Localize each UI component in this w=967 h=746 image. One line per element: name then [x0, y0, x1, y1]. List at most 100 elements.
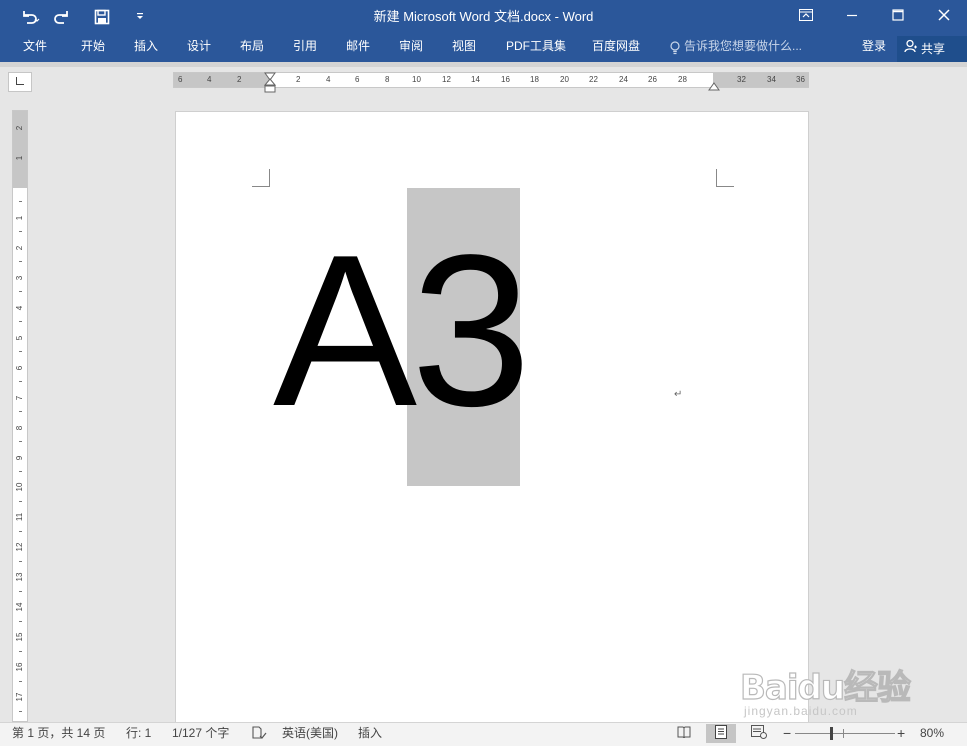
ribbon-display-icon [799, 8, 813, 26]
quick-access-toolbar [14, 0, 156, 34]
document-text[interactable]: A3 [273, 222, 531, 438]
lightbulb-icon [670, 39, 680, 63]
tab-baidu-netdisk[interactable]: 百度网盘 [592, 34, 640, 62]
zoom-slider-track[interactable] [795, 733, 895, 734]
close-button[interactable] [921, 0, 967, 34]
ruler-label: 20 [560, 75, 569, 84]
ruler-label: 2 [237, 75, 242, 84]
ruler-label: 2 [15, 125, 24, 131]
tab-design[interactable]: 设计 [187, 34, 211, 62]
login-link[interactable]: 登录 [862, 34, 886, 62]
ruler-label: 22 [589, 75, 598, 84]
tab-pdf-tools[interactable]: PDF工具集 [506, 34, 566, 62]
tab-layout[interactable]: 布局 [240, 34, 264, 62]
word-count[interactable]: 1/127 个字 [172, 723, 229, 745]
ruler-label: 28 [678, 75, 687, 84]
ruler-label: 2 [15, 245, 24, 251]
undo-button[interactable] [14, 0, 46, 34]
ruler-label: 17 [15, 692, 24, 702]
tell-me-placeholder: 告诉我您想要做什么... [684, 39, 803, 53]
ruler-label: 34 [767, 75, 776, 84]
tab-mailings[interactable]: 邮件 [346, 34, 370, 62]
save-button[interactable] [86, 0, 118, 34]
ruler-tick [19, 711, 22, 712]
tab-stop-selector[interactable] [8, 72, 32, 92]
ruler-label: 6 [15, 365, 24, 371]
maximize-icon [892, 8, 904, 26]
tab-home[interactable]: 开始 [81, 34, 105, 62]
ruler-tick [19, 201, 22, 202]
text-selected: 3 [411, 209, 531, 451]
redo-button[interactable] [46, 0, 78, 34]
tab-file[interactable]: 文件 [23, 34, 47, 62]
ruler-label: 16 [15, 662, 24, 672]
ruler-tick [19, 531, 22, 532]
page-count[interactable]: 第 1 页，共 14 页 [12, 723, 105, 745]
window-controls [783, 0, 967, 34]
ribbon-tabs: 文件 开始 插入 设计 布局 引用 邮件 审阅 视图 PDF工具集 百度网盘 告… [0, 34, 967, 62]
line-number[interactable]: 行: 1 [126, 723, 151, 745]
close-icon [938, 8, 950, 26]
zoom-level[interactable]: 80% [920, 723, 944, 745]
ruler-label: 3 [15, 275, 24, 281]
share-label: 共享 [921, 42, 946, 56]
ruler-label: 2 [296, 75, 301, 84]
horizontal-ruler[interactable]: 6 4 2 2 4 6 8 10 12 14 16 18 20 22 24 26… [173, 72, 809, 93]
customize-qat-icon [135, 12, 145, 22]
ruler-label: 4 [207, 75, 212, 84]
ruler-tick [19, 621, 22, 622]
ruler-label: 6 [355, 75, 360, 84]
ribbon-display-options-button[interactable] [783, 0, 829, 34]
language-indicator[interactable]: 英语(美国) [282, 723, 338, 745]
ruler-tick [19, 231, 22, 232]
hanging-indent-marker[interactable] [263, 78, 277, 99]
right-indent-marker[interactable] [708, 79, 720, 97]
read-mode-button[interactable] [669, 724, 699, 743]
document-page[interactable]: A3 ↵ [175, 111, 809, 723]
zoom-in-button[interactable]: + [897, 723, 905, 745]
ruler-tick [19, 681, 22, 682]
tab-review[interactable]: 审阅 [399, 34, 423, 62]
tab-insert[interactable]: 插入 [134, 34, 158, 62]
zoom-slider-thumb[interactable] [830, 727, 833, 740]
ruler-label: 7 [15, 395, 24, 401]
ruler-label: 14 [471, 75, 480, 84]
maximize-button[interactable] [875, 0, 921, 34]
tab-view[interactable]: 视图 [452, 34, 476, 62]
ruler-tick [19, 321, 22, 322]
read-mode-icon [677, 726, 691, 741]
ruler-tick [19, 441, 22, 442]
ruler-label: 12 [442, 75, 451, 84]
web-layout-button[interactable] [744, 724, 774, 743]
person-icon [904, 39, 921, 59]
minimize-button[interactable] [829, 0, 875, 34]
left-tab-icon [16, 77, 24, 85]
ribbon-collapsed-area [0, 62, 967, 67]
ruler-label: 10 [15, 482, 24, 492]
print-layout-button[interactable] [706, 724, 736, 743]
right-margin-area [713, 73, 809, 87]
top-left-margin-mark [252, 169, 270, 187]
ruler-label: 4 [326, 75, 331, 84]
ruler-label: 12 [15, 542, 24, 552]
save-icon [94, 9, 110, 25]
ruler-label: 18 [530, 75, 539, 84]
vertical-ruler[interactable]: 2 1 1 2 3 4 5 6 7 8 9 10 11 12 13 14 15 … [12, 110, 28, 722]
customize-qat-button[interactable] [124, 0, 156, 34]
minimize-icon [846, 8, 858, 26]
insert-mode-indicator[interactable]: 插入 [358, 723, 382, 745]
tab-references[interactable]: 引用 [293, 34, 317, 62]
ruler-label: 5 [15, 335, 24, 341]
ruler-label: 1 [15, 155, 24, 161]
print-layout-icon [715, 725, 727, 742]
ruler-label: 13 [15, 572, 24, 582]
zoom-out-button[interactable]: − [783, 723, 791, 745]
web-layout-icon [751, 725, 767, 742]
ruler-label: 36 [796, 75, 805, 84]
proofing-icon[interactable] [251, 725, 267, 746]
ruler-label: 9 [15, 455, 24, 461]
undo-icon [20, 9, 40, 25]
tell-me-search[interactable]: 告诉我您想要做什么... [670, 34, 802, 62]
ruler-label: 24 [619, 75, 628, 84]
share-button[interactable]: 共享 [897, 36, 967, 62]
